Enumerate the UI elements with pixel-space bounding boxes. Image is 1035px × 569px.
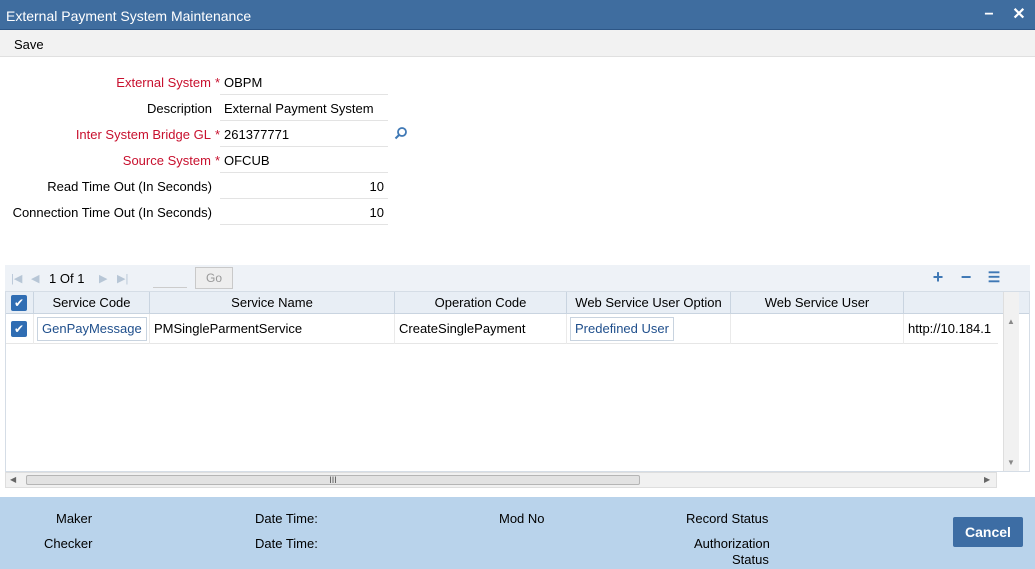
external-system-field[interactable]: OBPM [220,71,388,95]
scroll-left-icon[interactable]: ◀ [10,475,16,484]
bridge-gl-field[interactable]: 261377771 [220,123,388,147]
next-page-icon[interactable]: ▶ [99,272,107,285]
add-row-button[interactable]: + [929,267,947,287]
col-header-ws-user-option[interactable]: Web Service User Option [567,292,731,314]
vertical-scrollbar[interactable]: ▲ ▼ [1003,292,1019,471]
maker-label: Maker [56,511,93,526]
source-system-row: Source System * [0,149,220,173]
previous-page-icon[interactable]: ◀ [31,272,39,285]
col-header-service-name[interactable]: Service Name [150,292,395,314]
external-system-row: External System * [0,71,220,95]
external-system-label: External System * [116,75,220,90]
ws-user-cell[interactable] [731,314,904,344]
go-button[interactable]: Go [195,267,233,289]
source-system-field[interactable]: OFCUB [220,149,388,173]
record-status-label: Record Status [686,511,769,526]
service-name-cell: PMSingleParmentService [150,314,395,344]
single-view-button[interactable]: ☰ [985,267,1003,287]
url-cell: http://10.184.1 [908,321,992,336]
delete-row-button[interactable]: − [957,267,975,287]
ws-user-option-select[interactable]: Predefined User [570,317,674,341]
read-timeout-field[interactable]: 10 [220,175,388,199]
col-header-service-code[interactable]: Service Code [34,292,150,314]
checker-label: Checker [44,536,93,551]
bridge-gl-label: Inter System Bridge GL * [75,127,220,142]
total-pages: 1 [77,271,85,286]
scroll-down-icon[interactable]: ▼ [1007,458,1015,467]
audit-footer: Maker Checker Date Time: Date Time: Mod … [0,497,1035,569]
horizontal-scrollbar[interactable]: ◀ III ▶ [5,472,997,488]
scroll-up-icon[interactable]: ▲ [1007,317,1015,326]
window-titlebar: External Payment System Maintenance − ✕ [0,0,1035,30]
table-row[interactable]: ✔ GenPayMessage PMSingleParmentService C… [6,314,998,344]
cancel-button[interactable]: Cancel [953,517,1023,547]
close-button[interactable]: ✕ [1010,6,1028,24]
connection-timeout-field[interactable]: 10 [220,201,388,225]
grid-pager: |◀ ◀ 1 Of 1 ▶ ▶| Go + − ☰ [5,265,1030,291]
first-page-icon[interactable]: |◀ [11,272,22,285]
scroll-thumb[interactable]: III [26,475,640,485]
connection-timeout-label: Connection Time Out (In Seconds) [12,205,212,220]
page-indicator: 1 Of 1 [49,271,84,286]
save-button[interactable]: Save [14,37,44,52]
search-icon[interactable] [394,126,408,140]
select-all-cell: ✔ [6,292,34,314]
of-label: Of [59,271,74,286]
col-header-ws-user[interactable]: Web Service User [731,292,904,314]
row-checkbox[interactable]: ✔ [11,321,27,337]
mod-no-label: Mod No [499,511,545,526]
minimize-button[interactable]: − [980,6,998,24]
scroll-right-icon[interactable]: ▶ [984,475,990,484]
row-select-cell: ✔ [6,314,34,344]
service-code-cell: GenPayMessage [34,314,150,344]
toolbar: Save [0,30,1035,57]
col-header-operation-code[interactable]: Operation Code [395,292,567,314]
read-timeout-row: Read Time Out (In Seconds) [0,175,212,199]
read-timeout-label: Read Time Out (In Seconds) [47,179,212,194]
services-grid: ✔ Service Code Service Name Operation Co… [5,291,1030,472]
connection-timeout-row: Connection Time Out (In Seconds) [0,201,212,225]
checker-date-time-label: Date Time: [255,536,318,551]
service-code-link[interactable]: GenPayMessage [37,317,147,341]
operation-code-cell: CreateSinglePayment [395,314,567,344]
window-title: External Payment System Maintenance [6,8,252,24]
source-system-label: Source System * [122,153,220,168]
description-label: Description [146,101,212,116]
description-row: Description [0,97,212,121]
current-page: 1 [49,271,57,286]
maker-date-time-label: Date Time: [255,511,318,526]
ws-user-option-cell: Predefined User [567,314,731,344]
authorization-status-label-2: Status [732,552,769,567]
description-field[interactable]: External Payment System [220,97,388,121]
grid-header: ✔ Service Code Service Name Operation Co… [6,292,1029,314]
bridge-gl-row: Inter System Bridge GL * [0,123,220,147]
authorization-status-label: Authorization [694,536,770,551]
select-all-checkbox[interactable]: ✔ [11,295,27,311]
page-number-input[interactable] [153,268,187,288]
last-page-icon[interactable]: ▶| [117,272,128,285]
